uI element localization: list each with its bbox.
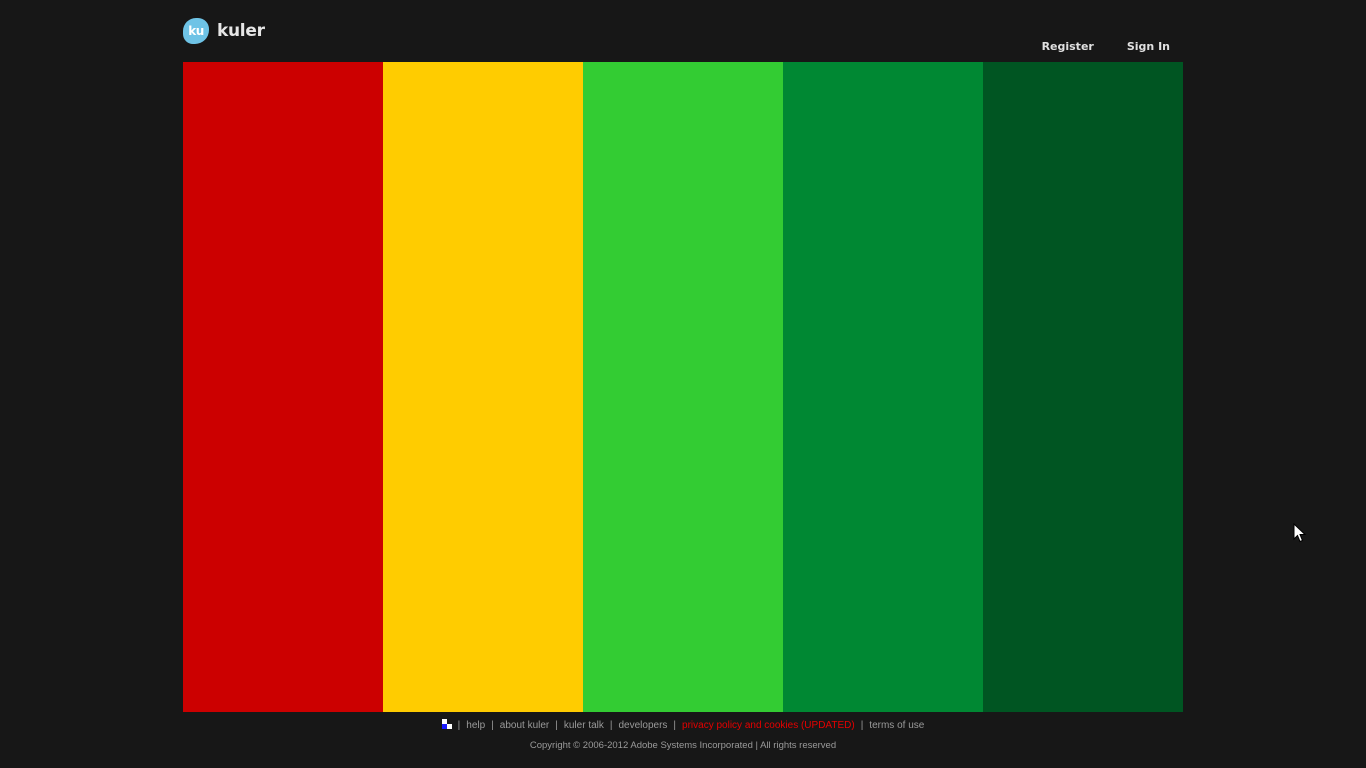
terms-of-use-link[interactable]: terms of use [869, 720, 924, 731]
footer-links: | help | about kuler | kuler talk | deve… [0, 719, 1366, 731]
color-swatch-2[interactable] [383, 62, 583, 712]
color-swatch-4[interactable] [783, 62, 983, 712]
privacy-policy-link[interactable]: privacy policy and cookies (UPDATED) [682, 720, 855, 731]
logo[interactable]: ku kuler [183, 17, 265, 44]
footer-separator: | [491, 720, 494, 731]
help-link[interactable]: help [466, 720, 485, 731]
kuler-talk-link[interactable]: kuler talk [564, 720, 604, 731]
checker-icon[interactable] [441, 719, 453, 730]
logo-text: kuler [217, 20, 265, 41]
footer-separator: | [555, 720, 558, 731]
copyright-text: Copyright © 2006-2012 Adobe Systems Inco… [529, 740, 837, 751]
logo-mark-icon: ku [183, 17, 209, 44]
color-swatch-1[interactable] [183, 62, 383, 712]
color-theme-swatches [183, 62, 1183, 712]
color-swatch-5[interactable] [983, 62, 1183, 712]
developers-link[interactable]: developers [619, 720, 668, 731]
footer-separator: | [860, 720, 864, 731]
sign-in-link[interactable]: Sign In [1127, 40, 1170, 53]
register-link[interactable]: Register [1042, 40, 1094, 53]
header-nav: Register Sign In [1042, 40, 1170, 53]
footer-separator: | [673, 720, 677, 731]
about-kuler-link[interactable]: about kuler [500, 720, 549, 731]
color-swatch-3[interactable] [583, 62, 783, 712]
footer-separator: | [609, 720, 613, 731]
arrow-cursor-icon [1293, 523, 1307, 543]
footer-separator: | [457, 720, 461, 731]
page: ku kuler Register Sign In | help | about… [0, 0, 1366, 768]
